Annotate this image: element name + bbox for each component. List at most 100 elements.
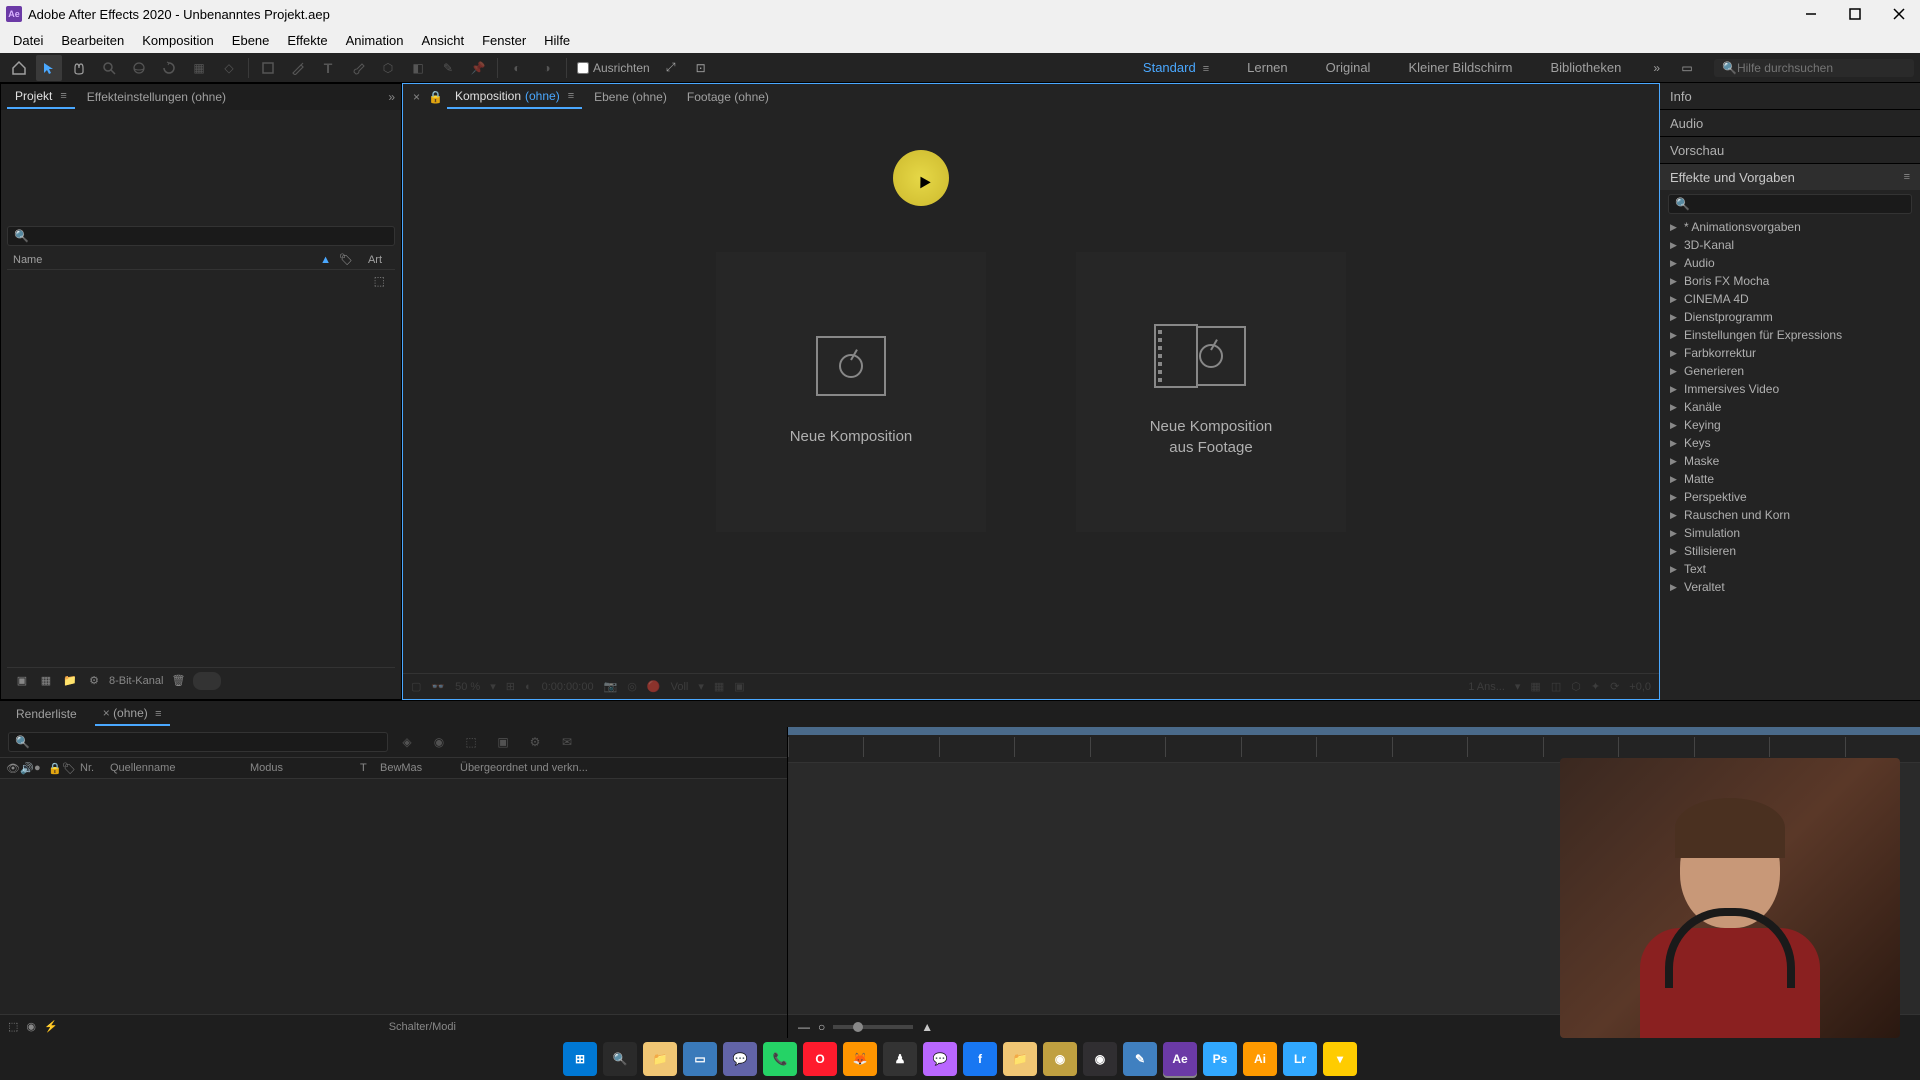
effect-category[interactable]: ▶Veraltet xyxy=(1660,578,1920,596)
view-icon3[interactable]: ⬡ xyxy=(1571,680,1581,693)
workspace-overflow[interactable]: » xyxy=(1643,55,1670,81)
timecode[interactable]: 0:00:00:00 xyxy=(542,681,594,693)
switches-modes-toggle[interactable]: Schalter/Modi xyxy=(66,1021,779,1033)
menu-bearbeiten[interactable]: Bearbeiten xyxy=(52,30,133,51)
effect-category[interactable]: ▶Text xyxy=(1660,560,1920,578)
snapshot-icon[interactable]: 📷 xyxy=(604,680,618,693)
menu-fenster[interactable]: Fenster xyxy=(473,30,535,51)
zoom-slider[interactable] xyxy=(833,1025,913,1029)
trash-icon[interactable]: 🗑 xyxy=(169,672,187,690)
view-icon1[interactable]: ▦ xyxy=(1530,680,1540,693)
home-button[interactable] xyxy=(6,55,32,81)
panel-audio[interactable]: Audio xyxy=(1660,110,1920,136)
effect-category[interactable]: ▶Matte xyxy=(1660,470,1920,488)
close-tab-icon[interactable]: × xyxy=(409,90,424,104)
maximize-button[interactable] xyxy=(1840,4,1870,24)
taskbar-app2[interactable]: ◉ xyxy=(1043,1042,1077,1076)
view-count[interactable]: 1 Ans... xyxy=(1468,681,1505,693)
col-mode[interactable]: Modus xyxy=(244,762,354,774)
panel-overflow[interactable]: » xyxy=(388,90,395,104)
effect-category[interactable]: ▶CINEMA 4D xyxy=(1660,290,1920,308)
workspace-kleiner-bildschirm[interactable]: Kleiner Bildschirm xyxy=(1390,54,1530,81)
mask-icon[interactable]: 👓 xyxy=(431,680,445,693)
region-icon[interactable]: ◎ xyxy=(627,680,637,693)
tab-render-queue[interactable]: Renderliste xyxy=(8,703,85,725)
tab-layer[interactable]: Ebene (ohne) xyxy=(586,86,675,108)
effect-category[interactable]: ▶Generieren xyxy=(1660,362,1920,380)
taskbar-obs[interactable]: ◉ xyxy=(1083,1042,1117,1076)
refresh-icon[interactable]: ⟳ xyxy=(1610,680,1619,693)
zoom-level[interactable]: 50 % xyxy=(455,681,480,693)
col-audio-icon[interactable]: 🔊 xyxy=(14,762,28,775)
text-tool[interactable]: T xyxy=(315,55,341,81)
col-lock-icon[interactable]: 🔒 xyxy=(42,762,56,775)
tab-effect-controls[interactable]: Effekteinstellungen (ohne) xyxy=(79,86,234,108)
column-name[interactable]: Name xyxy=(7,254,320,266)
col-parent[interactable]: Übergeordnet und verkn... xyxy=(454,762,787,774)
panel-menu-icon[interactable]: ≡ xyxy=(60,90,66,102)
view-icon4[interactable]: ✦ xyxy=(1591,680,1600,693)
taskbar-search[interactable]: 🔍 xyxy=(603,1042,637,1076)
exposure[interactable]: +0,0 xyxy=(1629,681,1651,693)
menu-hilfe[interactable]: Hilfe xyxy=(535,30,579,51)
col-track-matte[interactable]: T xyxy=(354,762,374,774)
clone-tool[interactable]: ⬡ xyxy=(375,55,401,81)
view-icon2[interactable]: ◫ xyxy=(1551,680,1561,693)
workspace-reset-icon[interactable]: ▭ xyxy=(1674,55,1700,81)
close-button[interactable] xyxy=(1884,4,1914,24)
tl-icon5[interactable]: ⚙ xyxy=(522,729,548,755)
zoom-tool[interactable] xyxy=(96,55,122,81)
effect-category[interactable]: ▶* Animationsvorgaben xyxy=(1660,218,1920,236)
tl-icon6[interactable]: ✉ xyxy=(554,729,580,755)
hand-tool[interactable] xyxy=(66,55,92,81)
taskbar-app4[interactable]: ▾ xyxy=(1323,1042,1357,1076)
panel-menu-icon[interactable]: ≡ xyxy=(1904,171,1910,183)
tab-project[interactable]: Projekt≡ xyxy=(7,85,75,109)
taskbar-facebook[interactable]: f xyxy=(963,1042,997,1076)
taskbar-teams[interactable]: 💬 xyxy=(723,1042,757,1076)
pen-tool[interactable] xyxy=(285,55,311,81)
workspace-bibliotheken[interactable]: Bibliotheken xyxy=(1532,54,1639,81)
col-solo-icon[interactable]: ● xyxy=(28,762,42,774)
effect-category[interactable]: ▶Einstellungen für Expressions xyxy=(1660,326,1920,344)
brush-tool[interactable] xyxy=(345,55,371,81)
toggle-icon[interactable] xyxy=(193,672,221,690)
new-comp-icon[interactable]: ▦ xyxy=(37,672,55,690)
bit-depth[interactable]: 8-Bit-Kanal xyxy=(109,675,163,687)
taskbar-folder2[interactable]: 📁 xyxy=(1003,1042,1037,1076)
help-search-input[interactable] xyxy=(1737,61,1906,75)
new-folder-icon[interactable]: 📁 xyxy=(61,672,79,690)
effect-category[interactable]: ▶Keys xyxy=(1660,434,1920,452)
zoom-marker[interactable]: ○ xyxy=(818,1020,825,1034)
taskbar-lightroom[interactable]: Lr xyxy=(1283,1042,1317,1076)
orbit-tool[interactable] xyxy=(126,55,152,81)
menu-komposition[interactable]: Komposition xyxy=(133,30,223,51)
menu-animation[interactable]: Animation xyxy=(337,30,413,51)
panel-preview[interactable]: Vorschau xyxy=(1660,137,1920,163)
project-items-list[interactable]: ⬚ xyxy=(7,270,395,667)
tl-icon1[interactable]: ◈ xyxy=(394,729,420,755)
snap-edge-icon[interactable]: ⤢ xyxy=(658,55,684,81)
puppet-tool[interactable]: 📌 xyxy=(465,55,491,81)
menu-ansicht[interactable]: Ansicht xyxy=(412,30,473,51)
dropdown-icon[interactable]: ▾ xyxy=(490,680,496,693)
grid-icon[interactable]: ⊞ xyxy=(506,680,515,693)
column-label-icon[interactable]: 🏷 xyxy=(337,253,355,266)
col-number[interactable]: Nr. xyxy=(74,762,104,774)
eraser-tool[interactable]: ◧ xyxy=(405,55,431,81)
taskbar-app3[interactable]: ✎ xyxy=(1123,1042,1157,1076)
taskbar-explorer[interactable]: 📁 xyxy=(643,1042,677,1076)
tab-timeline-comp[interactable]: × (ohne) ≡ xyxy=(95,702,170,726)
fill-color[interactable]: ◐ xyxy=(504,55,530,81)
alpha-icon[interactable]: ▢ xyxy=(411,680,421,693)
tl-footer-icon3[interactable]: ⚡ xyxy=(44,1020,58,1033)
snapping-toggle[interactable]: Ausrichten xyxy=(577,61,650,75)
snap-grid-icon[interactable]: ⊡ xyxy=(688,55,714,81)
help-search[interactable]: 🔍 xyxy=(1714,59,1914,77)
effect-category[interactable]: ▶Audio xyxy=(1660,254,1920,272)
col-source[interactable]: Quellenname xyxy=(104,762,244,774)
taskbar-after-effects[interactable]: Ae xyxy=(1163,1042,1197,1076)
effect-category[interactable]: ▶Maske xyxy=(1660,452,1920,470)
column-type[interactable]: Art xyxy=(355,254,395,266)
panel-menu-icon[interactable]: ≡ xyxy=(568,90,574,102)
